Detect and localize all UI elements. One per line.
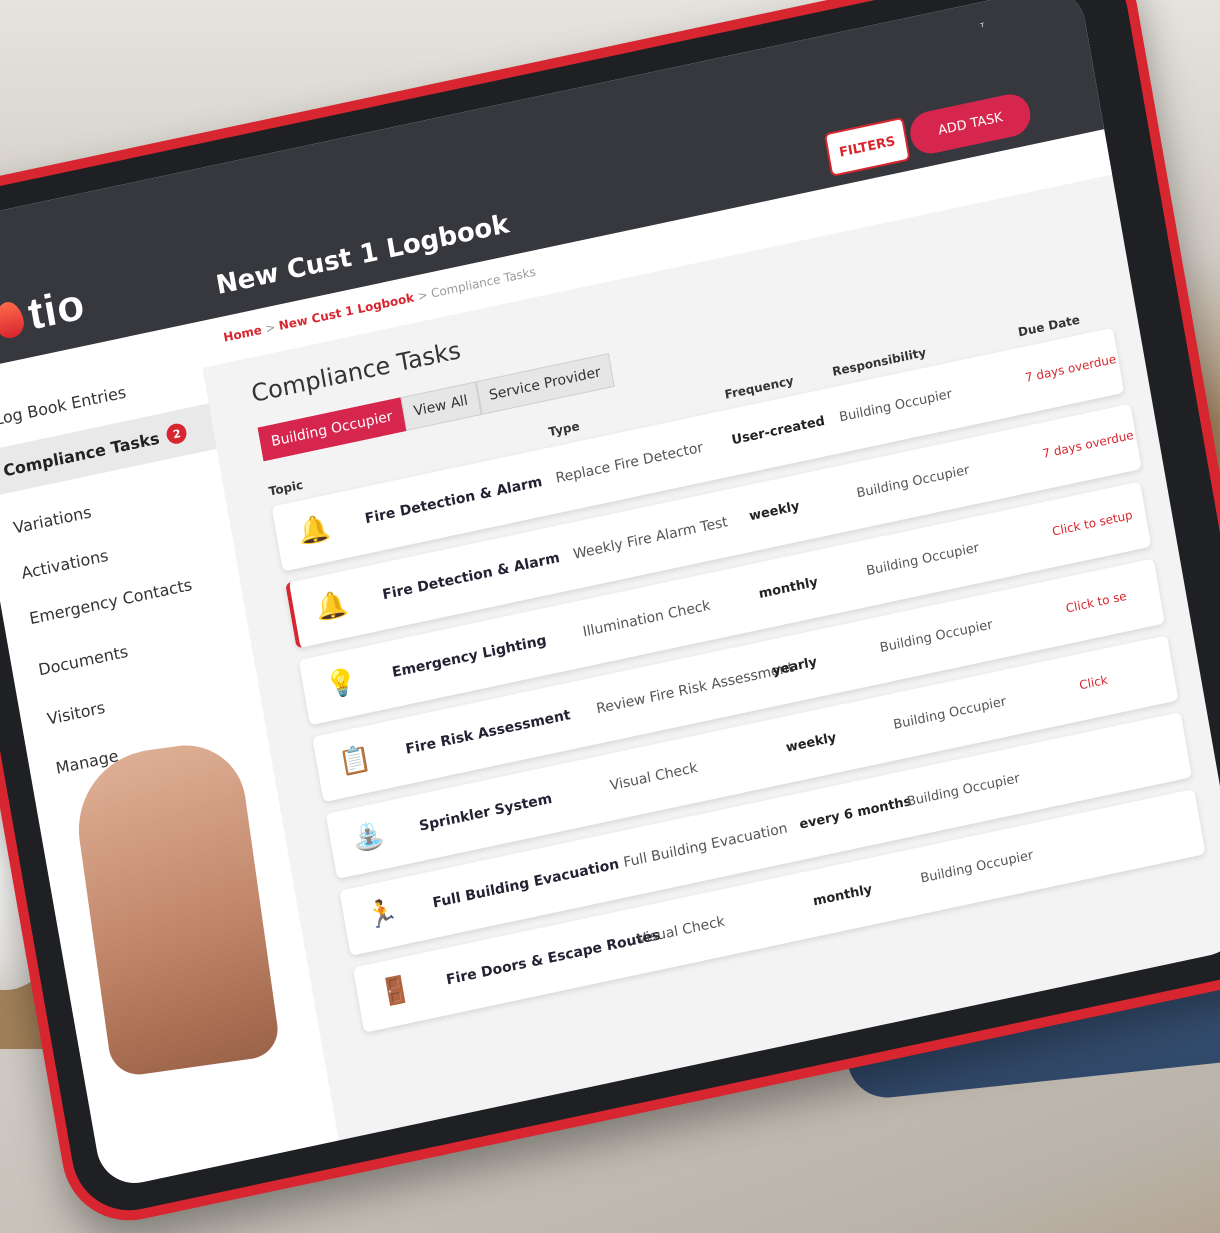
- fire-alarm-bell-icon: 🔔: [313, 588, 351, 625]
- sidebar-item-label: Variations: [11, 501, 93, 538]
- task-topic: Fire Detection & Alarm: [381, 549, 561, 604]
- task-topic: Full Building Evacuation: [431, 856, 621, 912]
- task-list: 🔔 Fire Detection & Alarm Replace Fire De…: [271, 327, 1208, 1045]
- task-setup-link[interactable]: Click to setup: [1051, 508, 1133, 539]
- task-frequency: User-created: [730, 413, 827, 449]
- filters-button[interactable]: FILTERS: [823, 116, 911, 177]
- column-header-type[interactable]: Type: [548, 419, 581, 439]
- flame-icon: [0, 299, 27, 341]
- breadcrumb-home[interactable]: Home: [222, 323, 263, 345]
- lightbulb-icon: 💡: [322, 665, 360, 703]
- task-setup-link[interactable]: Click: [1078, 673, 1108, 693]
- logo-text: tio: [24, 279, 89, 340]
- header-mark: ᵀ: [979, 21, 986, 34]
- task-topic: Sprinkler System: [417, 790, 554, 835]
- task-setup-link[interactable]: Click to se: [1065, 589, 1128, 616]
- tab-view-all[interactable]: View All: [400, 381, 482, 431]
- clipboard-checklist-icon: 📋: [336, 742, 374, 779]
- sidebar-item-label: Documents: [36, 641, 130, 679]
- task-type: Full Building Evacuation: [622, 820, 789, 872]
- sidebar-item-label: Visitors: [45, 697, 107, 729]
- sprinkler-icon: ⛲: [350, 819, 387, 856]
- breadcrumb-current: Compliance Tasks: [430, 264, 537, 301]
- task-type: Visual Check: [608, 759, 699, 795]
- task-type: Illumination Check: [581, 597, 712, 641]
- task-frequency: weekly: [748, 498, 801, 525]
- task-topic: Fire Doors & Escape Routes: [445, 927, 662, 989]
- task-frequency: every 6 months: [798, 794, 913, 833]
- sidebar-item-label: Log Book Entries: [0, 382, 128, 429]
- sidebar-item-label: Activations: [19, 545, 110, 583]
- task-frequency: weekly: [784, 730, 838, 756]
- count-badge: 2: [165, 421, 189, 446]
- task-type: Visual Check: [635, 913, 726, 948]
- task-type: Replace Fire Detector: [554, 439, 705, 487]
- task-type: Weekly Fire Alarm Test: [571, 514, 729, 563]
- task-responsibility: Building Occupier: [892, 694, 1008, 733]
- task-responsibility: Building Occupier: [878, 617, 994, 657]
- task-type: Review Fire Risk Assessment: [595, 659, 795, 718]
- exit-door-runner-icon: 🏃: [363, 896, 401, 933]
- task-responsibility: Building Occupier: [865, 540, 981, 580]
- app-logo[interactable]: tio: [0, 279, 89, 347]
- task-topic: Fire Detection & Alarm: [363, 473, 544, 528]
- task-responsibility: Building Occupier: [905, 771, 1021, 810]
- task-due-status: 7 days overdue: [1024, 351, 1118, 385]
- fire-alarm-bell-icon: 🔔: [295, 512, 333, 549]
- task-frequency: monthly: [811, 882, 874, 910]
- door-panel-icon: 🚪: [377, 973, 415, 1010]
- breadcrumb-sep: >: [416, 287, 429, 304]
- tab-service-provider[interactable]: Service Provider: [475, 353, 615, 415]
- task-frequency: monthly: [757, 574, 820, 603]
- task-responsibility: Building Occupier: [855, 462, 971, 502]
- task-responsibility: Building Occupier: [919, 847, 1035, 887]
- column-header-topic[interactable]: Topic: [268, 478, 304, 499]
- tab-building-occupier[interactable]: Building Occupier: [257, 397, 407, 462]
- task-due-status: 7 days overdue: [1041, 427, 1135, 461]
- task-topic: Fire Risk Assessment: [404, 707, 572, 758]
- task-responsibility: Building Occupier: [838, 386, 954, 426]
- task-topic: Emergency Lighting: [390, 632, 548, 681]
- breadcrumb-sep: >: [264, 319, 277, 336]
